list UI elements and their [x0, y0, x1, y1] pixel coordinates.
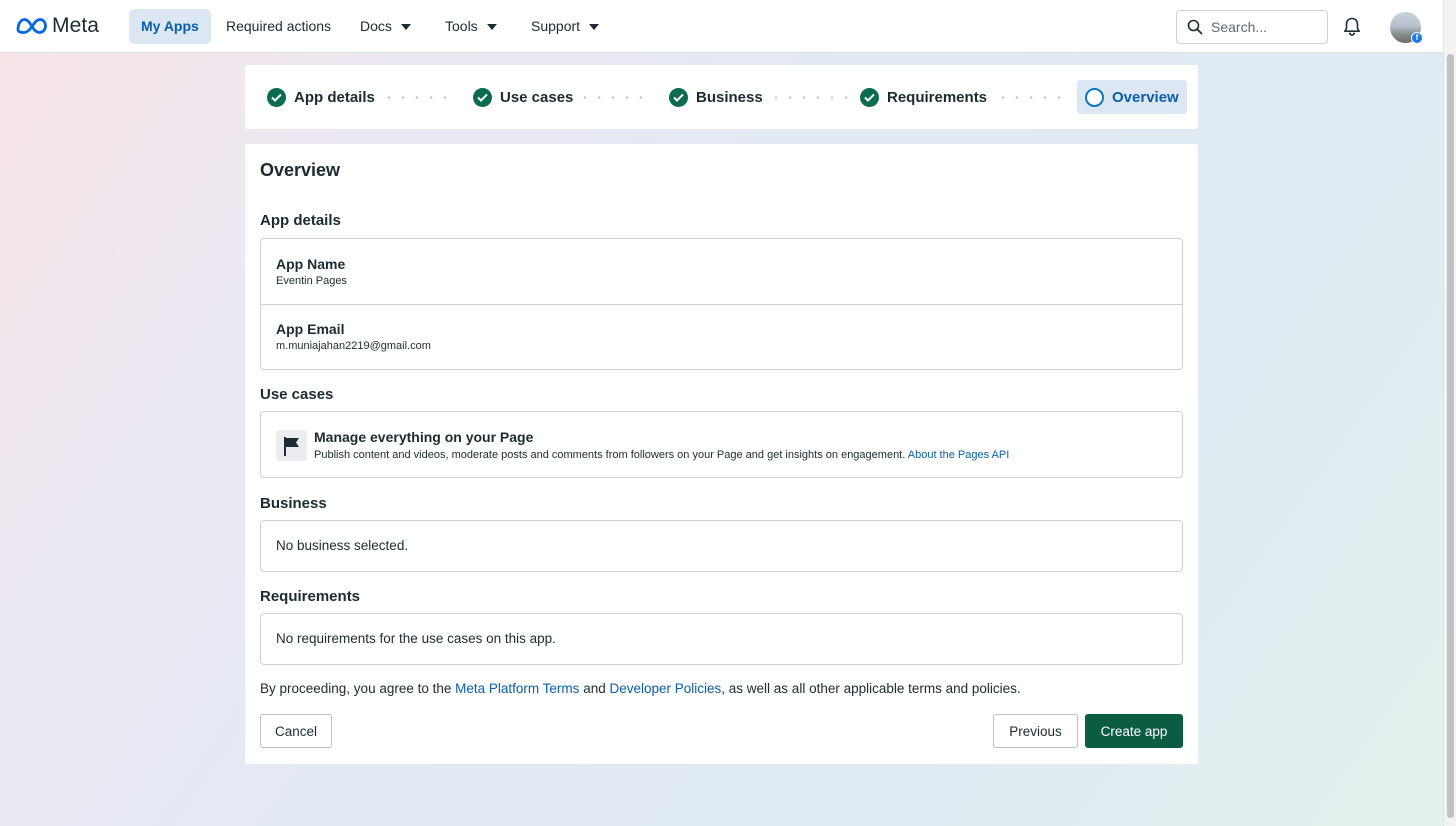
progress-stepper: App details Use cases Business Requireme…: [245, 65, 1198, 129]
facebook-icon: f: [1411, 32, 1423, 44]
create-app-button[interactable]: Create app: [1085, 714, 1183, 748]
app-email-value: m.muniajahan2219@gmail.com: [276, 340, 431, 352]
search-input[interactable]: [1211, 19, 1321, 35]
step-business[interactable]: Business: [669, 80, 763, 114]
app-email-label: App Email: [276, 321, 345, 337]
overview-card: Overview App details App Name Eventin Pa…: [245, 144, 1198, 764]
step-overview[interactable]: Overview: [1077, 80, 1187, 114]
nav-my-apps[interactable]: My Apps: [129, 9, 211, 44]
terms-suffix: , as well as all other applicable terms …: [721, 681, 1021, 696]
flag-icon: [283, 436, 299, 456]
step-app-details[interactable]: App details: [267, 80, 375, 114]
divider: [261, 304, 1182, 305]
page-scrollbar[interactable]: [1443, 0, 1456, 826]
business-status-text: No business selected.: [276, 538, 409, 553]
nav-support-label: Support: [531, 18, 581, 34]
terms-notice: By proceeding, you agree to the Meta Pla…: [260, 681, 1021, 696]
developer-policies-link[interactable]: Developer Policies: [609, 681, 721, 696]
business-heading: Business: [260, 495, 327, 512]
meta-platform-terms-link[interactable]: Meta Platform Terms: [455, 681, 579, 696]
caret-down-icon: [400, 23, 411, 30]
check-circle-icon: [473, 87, 492, 107]
nav-my-apps-label: My Apps: [141, 18, 199, 34]
step-connector: [769, 96, 849, 99]
scrollbar-thumb[interactable]: [1447, 54, 1454, 818]
caret-down-icon: [589, 23, 600, 30]
step-label: App details: [294, 88, 375, 106]
current-step-ring-icon: [1085, 87, 1104, 107]
nav-docs-label: Docs: [360, 18, 392, 34]
terms-middle: and: [579, 681, 610, 696]
use-case-title: Manage everything on your Page: [314, 429, 534, 445]
notifications-button[interactable]: [1342, 16, 1362, 42]
nav-support[interactable]: Support: [531, 9, 600, 44]
nav-required-actions[interactable]: Required actions: [226, 9, 331, 44]
app-details-heading: App details: [260, 212, 341, 229]
bell-icon: [1344, 17, 1360, 36]
about-pages-api-link[interactable]: About the Pages API: [908, 449, 1010, 461]
app-details-box: App Name Eventin Pages App Email m.munia…: [260, 238, 1183, 370]
step-label: Business: [696, 88, 763, 106]
requirements-heading: Requirements: [260, 588, 361, 605]
step-label: Overview: [1112, 88, 1179, 106]
check-circle-icon: [267, 87, 286, 107]
meta-infinity-icon: [16, 18, 47, 34]
use-case-icon-tile: [276, 430, 307, 461]
business-box: No business selected.: [260, 520, 1183, 572]
step-label: Requirements: [887, 88, 988, 106]
requirements-box: No requirements for the use cases on thi…: [260, 613, 1183, 665]
previous-button[interactable]: Previous: [993, 714, 1078, 748]
step-connector: [996, 96, 1068, 99]
page-title: Overview: [260, 160, 341, 180]
requirements-status-text: No requirements for the use cases on thi…: [276, 631, 556, 646]
step-requirements[interactable]: Requirements: [860, 80, 987, 114]
cancel-button[interactable]: Cancel: [260, 714, 332, 748]
search-icon: [1187, 19, 1203, 35]
avatar[interactable]: f: [1390, 12, 1423, 44]
terms-prefix: By proceeding, you agree to the: [260, 681, 456, 696]
nav-tools[interactable]: Tools: [445, 9, 497, 44]
nav-tools-label: Tools: [445, 18, 478, 34]
use-cases-heading: Use cases: [260, 386, 334, 403]
step-label: Use cases: [500, 88, 574, 106]
nav-required-actions-label: Required actions: [226, 18, 332, 34]
logo-text: Meta: [52, 14, 100, 37]
meta-logo[interactable]: Meta: [15, 14, 99, 38]
step-use-cases[interactable]: Use cases: [473, 80, 573, 114]
check-circle-icon: [669, 87, 688, 107]
top-navigation-bar: Meta My Apps Required actions Docs Tools…: [0, 0, 1443, 53]
search-box[interactable]: [1176, 10, 1328, 44]
app-name-label: App Name: [276, 256, 346, 272]
caret-down-icon: [486, 23, 497, 30]
use-case-description-text: Publish content and videos, moderate pos…: [314, 449, 906, 461]
nav-docs[interactable]: Docs: [360, 9, 411, 44]
use-case-item: Manage everything on your Page Publish c…: [260, 411, 1183, 478]
use-case-description: Publish content and videos, moderate pos…: [314, 449, 1009, 461]
app-name-value: Eventin Pages: [276, 275, 347, 287]
check-circle-icon: [860, 87, 879, 107]
step-connector: [578, 96, 654, 99]
step-connector: [382, 96, 458, 99]
